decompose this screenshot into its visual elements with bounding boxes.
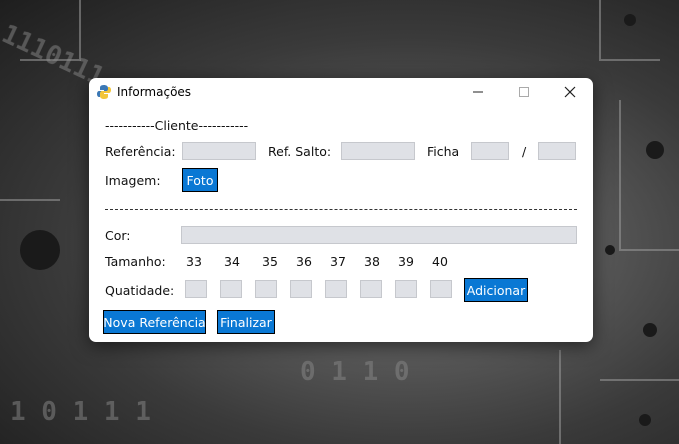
ficha-separator: / — [522, 144, 527, 159]
cliente-section-header: -----------Cliente----------- — [105, 118, 249, 133]
minimize-icon — [473, 91, 483, 93]
quantity-input-34[interactable] — [220, 280, 242, 298]
finalizar-button[interactable]: Finalizar — [217, 310, 275, 334]
size-label: 35 — [262, 254, 278, 269]
window-title: Informações — [117, 85, 192, 99]
referencia-label: Referência: — [105, 144, 176, 159]
size-label: 33 — [186, 254, 202, 269]
ficha-input-1[interactable] — [471, 142, 509, 160]
quantity-input-37[interactable] — [325, 280, 347, 298]
maximize-button[interactable] — [501, 78, 547, 106]
size-label: 39 — [398, 254, 414, 269]
maximize-icon — [519, 87, 529, 97]
size-label: 36 — [296, 254, 312, 269]
svg-text:1 0 1 1 1: 1 0 1 1 1 — [10, 397, 151, 427]
minimize-button[interactable] — [455, 78, 501, 106]
ref-salto-input[interactable] — [341, 142, 415, 160]
cor-label: Cor: — [105, 228, 131, 243]
quantity-input-33[interactable] — [185, 280, 207, 298]
ficha-label: Ficha — [427, 144, 460, 159]
svg-text:0 1 1 0: 0 1 1 0 — [300, 357, 410, 387]
size-label: 34 — [224, 254, 240, 269]
foto-button[interactable]: Foto — [182, 168, 218, 192]
cor-input[interactable] — [181, 226, 577, 244]
close-button[interactable] — [547, 78, 593, 106]
title-bar[interactable]: Informações — [89, 78, 593, 106]
size-label: 37 — [330, 254, 346, 269]
tamanho-label: Tamanho: — [105, 254, 166, 269]
informacoes-window: Informações -----------Cliente----------… — [89, 78, 593, 342]
ficha-input-2[interactable] — [538, 142, 576, 160]
quantity-input-38[interactable] — [360, 280, 382, 298]
ref-salto-label: Ref. Salto: — [268, 144, 332, 159]
quantidade-label: Quatidade: — [105, 283, 175, 298]
size-label: 38 — [364, 254, 380, 269]
nova-referencia-button[interactable]: Nova Referência — [103, 310, 206, 334]
quantity-input-40[interactable] — [430, 280, 452, 298]
imagem-label: Imagem: — [105, 173, 161, 188]
quantity-input-36[interactable] — [290, 280, 312, 298]
section-divider — [105, 209, 577, 210]
adicionar-button[interactable]: Adicionar — [464, 278, 528, 302]
referencia-input[interactable] — [182, 142, 256, 160]
quantity-input-39[interactable] — [395, 280, 417, 298]
size-label: 40 — [432, 254, 448, 269]
close-icon — [564, 86, 576, 98]
quantity-input-35[interactable] — [255, 280, 277, 298]
python-logo-icon — [97, 85, 111, 99]
